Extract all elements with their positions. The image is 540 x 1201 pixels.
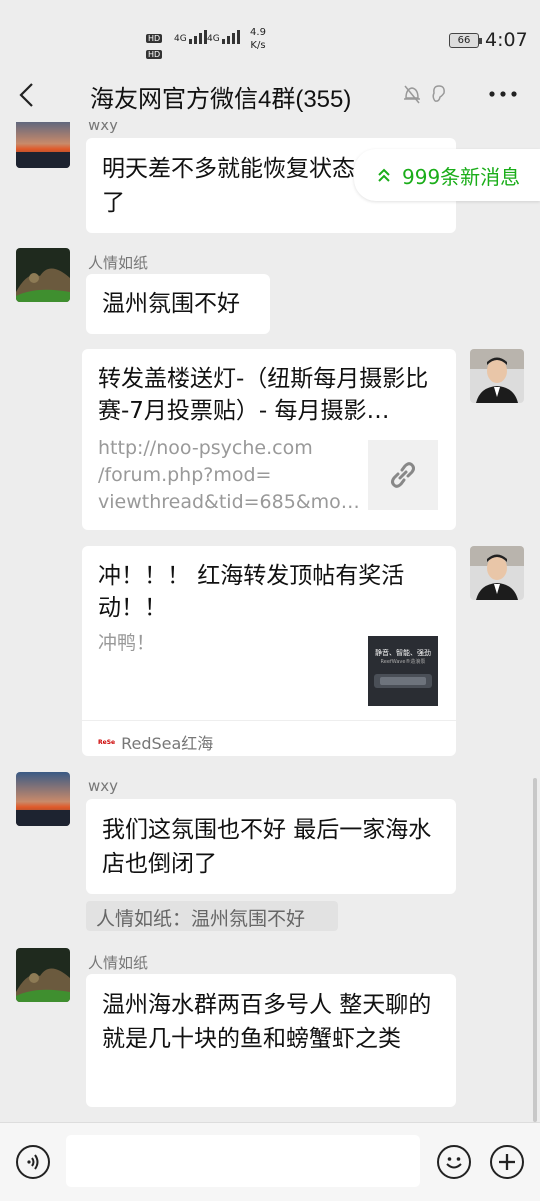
link-title: 转发盖楼送灯-（纽斯每月摄影比赛-7月投票贴）- 每月摄影… (98, 366, 429, 424)
new-messages-button[interactable]: 999条新消息 (354, 149, 540, 201)
voice-button[interactable] (16, 1145, 50, 1179)
double-chevron-up-icon (378, 168, 390, 182)
hd-badge-bottom: HD (146, 50, 163, 59)
article-title: 冲！！！ 红海转发顶帖有奖活动！！ (98, 563, 405, 621)
avatar-wxy[interactable] (16, 122, 70, 168)
signal-1: 4G (174, 30, 207, 44)
sender-name: wxy (88, 122, 119, 134)
network-speed: 4.9 K/s (250, 27, 266, 51)
link-card[interactable]: 转发盖楼送灯-（纽斯每月摄影比赛-7月投票贴）- 每月摄影… http://no… (82, 349, 456, 530)
source-label: RedSea红海 (121, 734, 214, 753)
ear-icon (430, 83, 448, 109)
clock: 4:07 (485, 29, 528, 51)
thumbnail-caption: 静音、智能、强劲 (375, 649, 431, 657)
redsea-logo-icon: ReSe (98, 738, 116, 746)
thumbnail-subcaption: ReefWave®造浪泵 (380, 659, 426, 665)
message-bubble[interactable]: 我们这氛围也不好 最后一家海水店也倒闭了 (86, 799, 456, 894)
sender-name: 人情如纸 (88, 254, 149, 272)
plus-button[interactable] (490, 1145, 524, 1179)
sender-name: wxy (88, 777, 119, 795)
plus-icon (499, 1154, 515, 1170)
chat-area[interactable]: wxy 明天差不多就能恢复状态 了 999条新消息 人情如纸 温州氛围不好 转发… (0, 122, 540, 1122)
chat-title: 海友网官方微信4群(355) (90, 86, 352, 113)
status-bar: HD HD 4G 4G 4.9 K/s 66 4:07 (0, 0, 540, 70)
sender-name: 人情如纸 (88, 954, 149, 972)
article-card[interactable]: 冲！！！ 红海转发顶帖有奖活动！！ 冲鸭！ 静音、智能、强劲 ReefWave®… (82, 546, 456, 756)
signal-2: 4G (207, 30, 240, 44)
chat-header: 海友网官方微信4群(355) (0, 70, 540, 122)
signal-bars-icon (221, 30, 240, 44)
back-button[interactable] (12, 78, 46, 112)
emoji-button[interactable] (437, 1145, 471, 1179)
avatar-me[interactable] (470, 546, 524, 600)
signal-bars-icon (188, 30, 207, 44)
emoji-icon (446, 1157, 462, 1169)
avatar-renqingruzhi[interactable] (16, 248, 70, 302)
article-thumbnail: 静音、智能、强劲 ReefWave®造浪泵 (368, 636, 438, 706)
mute-bell-icon (402, 83, 422, 109)
avatar-renqingruzhi[interactable] (16, 948, 70, 1002)
new-messages-label: 999条新消息 (402, 164, 521, 189)
more-button[interactable] (484, 78, 524, 110)
link-chain-icon (391, 462, 415, 488)
battery-icon: 66 (449, 33, 479, 48)
battery-tip (479, 38, 482, 44)
battery-level: 66 (457, 35, 471, 46)
link-thumbnail (368, 440, 438, 510)
avatar-me[interactable] (470, 349, 524, 403)
voice-icon (27, 1154, 39, 1170)
message-input[interactable] (66, 1135, 420, 1187)
message-bubble[interactable]: 温州海水群两百多号人 整天聊的就是几十块的鱼和螃蟹虾之类 (86, 974, 456, 1107)
link-description: http://noo-psyche.com /forum.php?mod= vi… (98, 437, 360, 513)
input-bar (0, 1122, 540, 1201)
message-bubble[interactable]: 温州氛围不好 (86, 274, 270, 334)
quoted-message[interactable]: 人情如纸：温州氛围不好 (86, 901, 338, 931)
more-dots-icon (489, 91, 517, 97)
article-source: ReSe RedSea红海 (98, 730, 213, 754)
avatar-wxy[interactable] (16, 772, 70, 826)
chevron-left-icon (19, 83, 33, 107)
scrollbar[interactable] (533, 778, 537, 1122)
article-description: 冲鸭！ (98, 632, 156, 654)
